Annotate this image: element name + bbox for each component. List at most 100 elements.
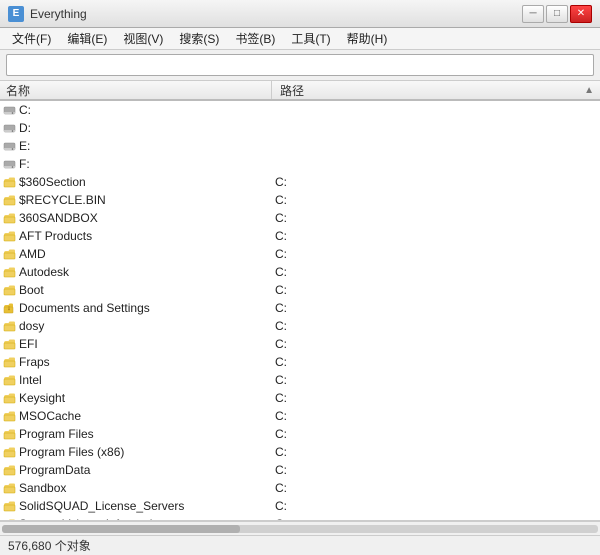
table-row[interactable]: Program Files (x86)C:: [0, 443, 600, 461]
drive-icon: [2, 157, 16, 171]
folder-icon: [2, 247, 16, 261]
status-text: 576,680 个对象: [8, 537, 91, 554]
file-list[interactable]: C:D:E:F:$360SectionC:$RECYCLE.BINC:360SA…: [0, 101, 600, 521]
folder-icon: [2, 463, 16, 477]
file-name: MSOCache: [19, 409, 267, 423]
file-name: Boot: [19, 283, 267, 297]
file-name: 360SANDBOX: [19, 211, 267, 225]
menu-item-h[interactable]: 帮助(H): [339, 28, 396, 49]
table-row[interactable]: F:: [0, 155, 600, 173]
file-name: $360Section: [19, 175, 267, 189]
menu-item-e[interactable]: 编辑(E): [59, 28, 115, 49]
close-button[interactable]: ✕: [570, 5, 592, 23]
folder-icon: [2, 283, 16, 297]
menu-item-f[interactable]: 文件(F): [4, 28, 59, 49]
folder-icon: [2, 229, 16, 243]
menu-item-s[interactable]: 搜索(S): [171, 28, 227, 49]
search-input[interactable]: [6, 54, 594, 76]
file-path: C:: [267, 355, 598, 369]
file-path: C:: [267, 175, 598, 189]
table-row[interactable]: $360SectionC:: [0, 173, 600, 191]
folder-icon: [2, 427, 16, 441]
table-row[interactable]: AMDC:: [0, 245, 600, 263]
file-name: Program Files: [19, 427, 267, 441]
table-row[interactable]: FrapsC:: [0, 353, 600, 371]
table-row[interactable]: SandboxC:: [0, 479, 600, 497]
file-path: C:: [267, 301, 598, 315]
file-path: C:: [267, 427, 598, 441]
folder-icon: [2, 193, 16, 207]
maximize-button[interactable]: □: [546, 5, 568, 23]
file-path: C:: [267, 283, 598, 297]
table-row[interactable]: D:: [0, 119, 600, 137]
status-bar: 576,680 个对象: [0, 535, 600, 555]
col-name-header[interactable]: 名称: [2, 81, 272, 99]
file-name: dosy: [19, 319, 267, 333]
search-bar: [0, 50, 600, 81]
table-row[interactable]: EFIC:: [0, 335, 600, 353]
menu-bar: 文件(F)编辑(E)视图(V)搜索(S)书签(B)工具(T)帮助(H): [0, 28, 600, 50]
file-name: $RECYCLE.BIN: [19, 193, 267, 207]
folder-icon: [2, 373, 16, 387]
column-headers: 名称 路径 ▲: [0, 81, 600, 101]
file-name: Keysight: [19, 391, 267, 405]
folder-icon: [2, 409, 16, 423]
table-row[interactable]: IntelC:: [0, 371, 600, 389]
folder-icon: [2, 391, 16, 405]
folder-icon: [2, 337, 16, 351]
table-row[interactable]: SolidSQUAD_License_ServersC:: [0, 497, 600, 515]
folder-icon: [2, 265, 16, 279]
col-path-header[interactable]: 路径 ▲: [272, 81, 598, 99]
file-path: C:: [267, 409, 598, 423]
file-name: D:: [19, 121, 267, 135]
table-row[interactable]: dosyC:: [0, 317, 600, 335]
file-path: C:: [267, 337, 598, 351]
table-row[interactable]: ProgramDataC:: [0, 461, 600, 479]
file-path: C:: [267, 229, 598, 243]
table-row[interactable]: 360SANDBOXC:: [0, 209, 600, 227]
table-row[interactable]: C:: [0, 101, 600, 119]
file-path: C:: [267, 373, 598, 387]
file-path: C:: [267, 463, 598, 477]
file-name: Fraps: [19, 355, 267, 369]
file-path: C:: [267, 391, 598, 405]
file-path: C:: [267, 445, 598, 459]
file-path: C:: [267, 193, 598, 207]
scrollbar-horizontal[interactable]: [0, 521, 600, 535]
table-row[interactable]: KeysightC:: [0, 389, 600, 407]
table-row[interactable]: Program FilesC:: [0, 425, 600, 443]
file-name: SolidSQUAD_License_Servers: [19, 499, 267, 513]
file-name: Intel: [19, 373, 267, 387]
table-row[interactable]: AutodeskC:: [0, 263, 600, 281]
table-row[interactable]: AFT ProductsC:: [0, 227, 600, 245]
file-name: AFT Products: [19, 229, 267, 243]
table-row[interactable]: $RECYCLE.BINC:: [0, 191, 600, 209]
file-name: ProgramData: [19, 463, 267, 477]
table-row[interactable]: MSOCacheC:: [0, 407, 600, 425]
table-row[interactable]: BootC:: [0, 281, 600, 299]
file-path: C:: [267, 481, 598, 495]
file-name: Documents and Settings: [19, 301, 267, 315]
minimize-button[interactable]: ─: [522, 5, 544, 23]
file-name: AMD: [19, 247, 267, 261]
file-name: F:: [19, 157, 267, 171]
drive-icon: [2, 121, 16, 135]
file-name: E:: [19, 139, 267, 153]
title-bar: E Everything ─ □ ✕: [0, 0, 600, 28]
table-row[interactable]: E:: [0, 137, 600, 155]
file-name: Autodesk: [19, 265, 267, 279]
folder-locked-icon: [2, 301, 16, 315]
drive-icon: [2, 103, 16, 117]
file-path: C:: [267, 211, 598, 225]
folder-icon: [2, 355, 16, 369]
folder-icon: [2, 499, 16, 513]
table-row[interactable]: Documents and SettingsC:: [0, 299, 600, 317]
file-name: Program Files (x86): [19, 445, 267, 459]
menu-item-t[interactable]: 工具(T): [283, 28, 338, 49]
app-icon: E: [8, 6, 24, 22]
folder-icon: [2, 481, 16, 495]
file-path: C:: [267, 499, 598, 513]
file-path: C:: [267, 265, 598, 279]
menu-item-b[interactable]: 书签(B): [227, 28, 283, 49]
menu-item-v[interactable]: 视图(V): [115, 28, 171, 49]
